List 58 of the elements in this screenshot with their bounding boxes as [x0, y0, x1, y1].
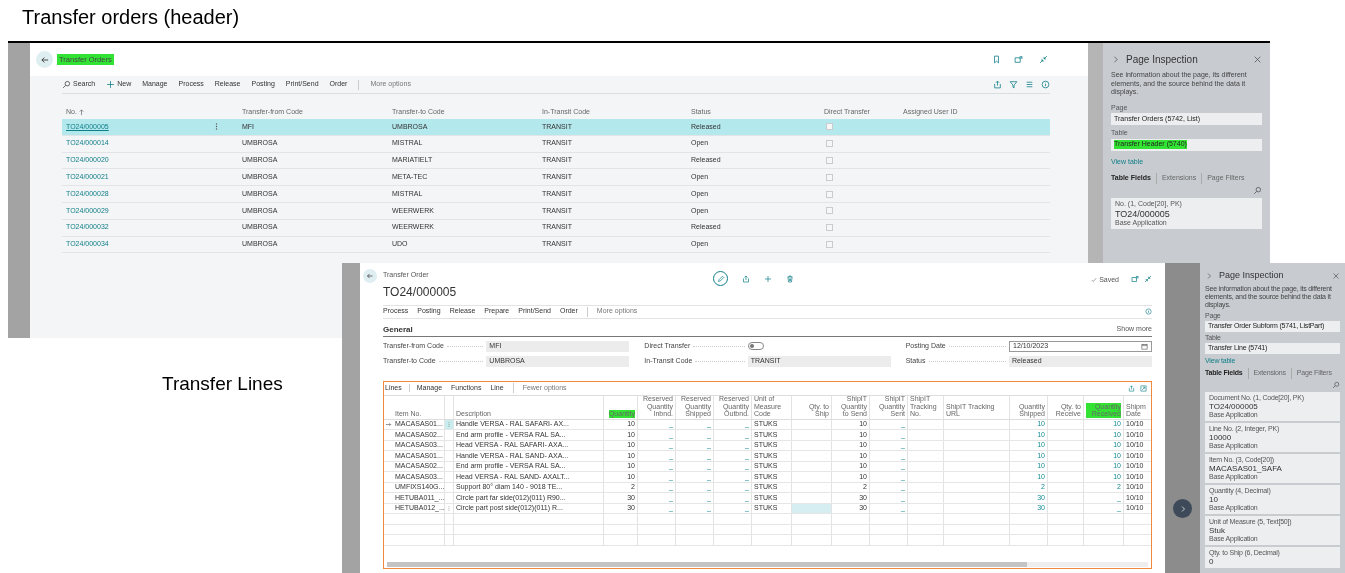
list-icon[interactable]: [1025, 80, 1034, 89]
field-value: 10000: [1209, 432, 1233, 442]
plus-icon[interactable]: [764, 274, 772, 283]
checkbox[interactable]: [826, 224, 833, 232]
checkbox[interactable]: [826, 140, 833, 148]
trash-icon[interactable]: [786, 274, 794, 283]
back-button[interactable]: [363, 269, 377, 283]
toggle-switch[interactable]: [747, 342, 764, 350]
share-icon[interactable]: [1128, 384, 1135, 392]
expand-icon[interactable]: [1140, 384, 1147, 392]
check-icon: [1091, 277, 1098, 284]
search-icon[interactable]: [1332, 380, 1340, 389]
panel-title: Page Inspection: [1126, 53, 1199, 67]
field-value: TO24/000005: [1209, 401, 1258, 411]
popout-icon[interactable]: [1131, 275, 1139, 283]
checkbox[interactable]: [826, 207, 833, 215]
checkbox[interactable]: [826, 240, 833, 248]
collapse-icon[interactable]: [1144, 275, 1152, 283]
bookmark-icon[interactable]: [992, 55, 1001, 64]
checkbox[interactable]: [826, 123, 833, 131]
close-icon[interactable]: [1332, 271, 1340, 280]
sort-up-icon: [77, 109, 85, 116]
checkbox[interactable]: [826, 190, 833, 198]
popout-icon[interactable]: [1014, 55, 1023, 64]
back-button[interactable]: [36, 51, 53, 68]
search-icon[interactable]: [1253, 186, 1262, 195]
section-title: General: [383, 323, 414, 336]
share-icon[interactable]: [742, 274, 750, 283]
info-icon[interactable]: [1145, 308, 1152, 315]
input-field[interactable]: [792, 503, 832, 513]
checkbox[interactable]: [826, 157, 833, 164]
plus-icon: [106, 80, 116, 89]
back-icon: [39, 54, 50, 65]
back-icon: [366, 272, 374, 280]
field-value: 0: [1209, 556, 1214, 566]
field-value: Stuk: [1209, 525, 1226, 535]
info-icon[interactable]: [1041, 80, 1050, 89]
pencil-icon: [716, 274, 725, 283]
caption: Transfer orders (header): [22, 5, 240, 30]
close-icon[interactable]: [1253, 55, 1262, 64]
caption: Transfer Lines: [162, 372, 283, 396]
scrollbar[interactable]: [387, 562, 1148, 567]
chevron-right-icon[interactable]: [1111, 55, 1120, 64]
field-value: MACASAS01_SAFA: [1209, 463, 1283, 473]
search-icon: [62, 80, 71, 89]
arrow-right-icon: [385, 420, 392, 428]
field-value: 10: [1209, 494, 1218, 504]
chevron-right-icon[interactable]: [1205, 271, 1213, 280]
page-title: TO24/000005: [383, 283, 458, 301]
collapse-icon[interactable]: [1039, 55, 1048, 64]
more-icon[interactable]: [215, 122, 218, 132]
expand-panel-button[interactable]: [1173, 499, 1192, 518]
checkbox[interactable]: [826, 173, 833, 181]
filter-icon[interactable]: [1009, 80, 1018, 89]
calendar-icon[interactable]: [1141, 342, 1148, 350]
field-value: TO24/000005: [1115, 208, 1171, 219]
panel-title: Page Inspection: [1219, 269, 1285, 282]
share-icon[interactable]: [993, 80, 1002, 89]
